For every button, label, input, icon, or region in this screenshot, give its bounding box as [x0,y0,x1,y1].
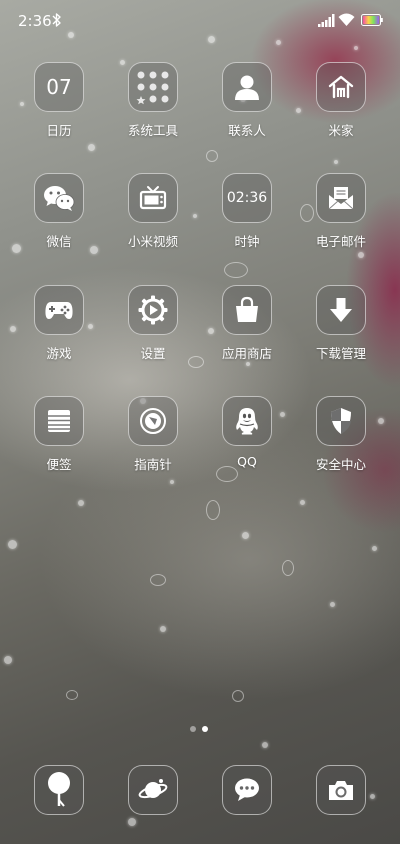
wechat-icon [34,173,84,223]
app-label: 应用商店 [221,346,272,361]
app-mi-video[interactable]: 小米视频 [106,173,200,263]
camera-icon [316,765,366,815]
app-label: 时钟 [234,234,260,249]
page-dot-active [202,726,208,732]
app-label: 系统工具 [127,123,178,138]
app-label: 指南针 [134,457,172,472]
app-compass[interactable]: 指南针 [106,396,200,486]
compass-icon [128,396,178,446]
app-label: 下载管理 [315,346,366,361]
app-qq[interactable]: QQ [200,396,294,486]
calendar-date: 07 [46,75,72,99]
clock-time: 02:36 [226,190,268,206]
page-dot [190,726,196,732]
signal-icon [318,14,335,27]
notes-icon [34,396,84,446]
app-settings[interactable]: 设置 [106,285,200,375]
app-label: 米家 [328,123,354,138]
bluetooth-icon [52,13,61,27]
planet-icon [128,765,178,815]
tv-icon [128,173,178,223]
system-tools-folder-icon [128,62,178,112]
app-wechat[interactable]: 微信 [12,173,106,263]
wifi-icon [338,13,355,26]
app-label: 联系人 [228,123,266,138]
app-email[interactable]: 电子邮件 [294,173,388,263]
calendar-icon: 07 [34,62,84,112]
app-label: 游戏 [46,346,72,361]
shield-icon [316,396,366,446]
app-label: 设置 [140,346,166,361]
app-label: 日历 [46,123,72,138]
app-label: 电子邮件 [315,234,366,249]
dock-app-messages[interactable] [200,765,294,819]
app-downloads[interactable]: 下载管理 [294,285,388,375]
shopping-bag-icon [222,285,272,335]
message-bubble-icon [222,765,272,815]
gamepad-icon [34,285,84,335]
app-clock[interactable]: 02:36 时钟 [200,173,294,263]
app-label: 微信 [46,234,72,249]
app-contacts[interactable]: 联系人 [200,62,294,152]
app-mijia[interactable]: 米家 [294,62,388,152]
contacts-icon [222,62,272,112]
page-indicator [188,726,212,734]
gear-icon [128,285,178,335]
qq-penguin-icon [222,396,272,446]
app-label: 小米视频 [127,234,178,249]
browser-icon [34,765,84,815]
app-label: QQ [237,454,257,469]
app-label: 安全中心 [315,457,366,472]
folder-system-tools[interactable]: 系统工具 [106,62,200,152]
dock-app-planet[interactable] [106,765,200,819]
status-time: 2:36 [18,12,52,30]
download-arrow-icon [316,285,366,335]
app-security-center[interactable]: 安全中心 [294,396,388,486]
app-calendar[interactable]: 07 日历 [12,62,106,152]
email-icon [316,173,366,223]
clock-icon: 02:36 [222,173,272,223]
dock-app-browser[interactable] [12,765,106,819]
dock-app-camera[interactable] [294,765,388,819]
status-bar: 2:36 [0,0,400,40]
battery-icon [361,14,383,26]
app-app-store[interactable]: 应用商店 [200,285,294,375]
app-label: 便签 [46,457,72,472]
mijia-home-icon [316,62,366,112]
app-games[interactable]: 游戏 [12,285,106,375]
app-notes[interactable]: 便签 [12,396,106,486]
